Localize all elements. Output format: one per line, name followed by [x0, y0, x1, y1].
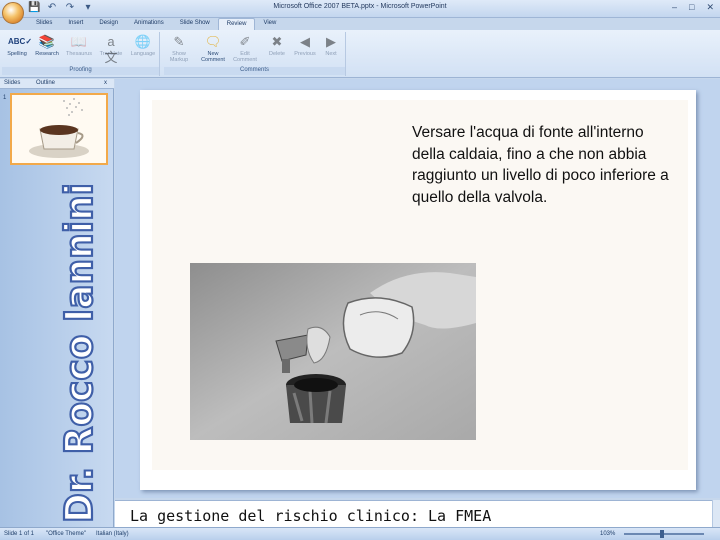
moka-pot-photo[interactable] — [190, 263, 476, 440]
language-status[interactable]: Italian (Italy) — [96, 531, 129, 537]
show-markup-icon: ✎ — [173, 34, 185, 49]
zoom-level[interactable]: 103% — [600, 531, 615, 537]
pane-tabs: Slides Outline x — [0, 79, 114, 89]
close-button[interactable]: ✕ — [706, 2, 714, 13]
edit-comment-button[interactable]: ✐ Edit Comment — [230, 34, 260, 63]
thesaurus-button[interactable]: 📖 Thesaurus — [64, 34, 94, 57]
theme-name: "Office Theme" — [46, 531, 87, 537]
tab-slide-show[interactable]: Slide Show — [172, 18, 218, 30]
translate-button[interactable]: a文 Translate — [96, 34, 126, 65]
title-bar: 💾 ↶ ↷ ▾ Microsoft Office 2007 BETA.pptx … — [0, 0, 720, 18]
tab-slides[interactable]: Slides — [28, 18, 60, 30]
watermark-label: Dr. Rocco Iannini — [57, 183, 101, 523]
zoom-slider-handle[interactable] — [660, 530, 664, 538]
pane-close-icon[interactable]: x — [104, 80, 107, 86]
new-comment-icon: 🗨 — [204, 34, 222, 49]
tab-insert[interactable]: Insert — [60, 18, 91, 30]
watermark-text: Dr. Rocco Iannini — [56, 182, 102, 524]
next-icon: ▶ — [326, 34, 336, 49]
status-bar: Slide 1 of 1 "Office Theme" Italian (Ita… — [0, 527, 720, 540]
tab-animations[interactable]: Animations — [126, 18, 172, 30]
delete-button[interactable]: ✖ Delete — [262, 34, 292, 57]
delete-icon: ✖ — [271, 34, 283, 49]
research-icon: 📚 — [38, 34, 56, 49]
comments-group: ✎ Show Markup 🗨 New Comment ✐ Edit Comme… — [164, 32, 346, 76]
show-markup-button[interactable]: ✎ Show Markup — [164, 34, 194, 63]
tab-review[interactable]: Review — [217, 18, 256, 30]
office-button[interactable] — [2, 2, 24, 24]
proofing-group-label: Proofing — [2, 67, 159, 75]
pane-tab-outline[interactable]: Outline — [36, 80, 55, 86]
window-title: Microsoft Office 2007 BETA.pptx - Micros… — [273, 3, 447, 10]
thesaurus-icon: 📖 — [70, 34, 88, 49]
minimize-button[interactable]: – — [672, 2, 677, 13]
window-controls: – □ ✕ — [672, 2, 714, 13]
translate-icon: a文 — [104, 34, 118, 65]
tab-design[interactable]: Design — [91, 18, 126, 30]
ribbon-tabs: Slides Insert Design Animations Slide Sh… — [28, 18, 284, 30]
research-button[interactable]: 📚 Research — [32, 34, 62, 57]
zoom-slider[interactable] — [624, 533, 704, 535]
maximize-button[interactable]: □ — [689, 2, 694, 13]
edit-comment-icon: ✐ — [239, 34, 251, 49]
pane-tab-slides[interactable]: Slides — [4, 80, 20, 86]
language-icon: 🌐 — [134, 34, 152, 49]
ribbon: ABC✓ Spelling 📚 Research 📖 Thesaurus a文 … — [0, 30, 720, 78]
slides-pane: Slides Outline x 1 Dr. Rocco Iannini — [0, 79, 114, 527]
spelling-button[interactable]: ABC✓ Spelling — [2, 34, 32, 57]
notes-text[interactable]: La gestione del rischio clinico: La FMEA — [130, 507, 491, 525]
next-button[interactable]: ▶ Next — [316, 34, 346, 57]
new-comment-button[interactable]: 🗨 New Comment — [198, 34, 228, 63]
proofing-group: ABC✓ Spelling 📚 Research 📖 Thesaurus a文 … — [2, 32, 160, 76]
slide-counter: Slide 1 of 1 — [4, 531, 35, 537]
previous-icon: ◀ — [300, 34, 310, 49]
slide-thumbnail[interactable] — [10, 93, 108, 165]
slide-body-text[interactable]: Versare l'acqua di fonte all'interno del… — [412, 122, 672, 208]
language-button[interactable]: 🌐 Language — [128, 34, 158, 57]
tab-view[interactable]: View — [255, 18, 284, 30]
thumbnail-number: 1 — [3, 95, 7, 101]
coffee-cup-image — [12, 95, 106, 163]
spelling-icon: ABC✓ — [8, 37, 33, 46]
vertical-scrollbar[interactable] — [712, 500, 720, 527]
comments-group-label: Comments — [164, 67, 345, 75]
